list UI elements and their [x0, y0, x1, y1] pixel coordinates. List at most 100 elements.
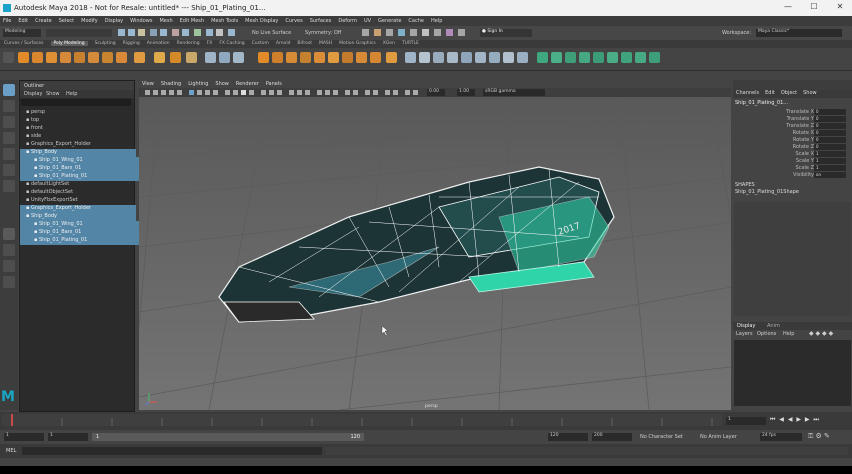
super-shape-icon[interactable] [134, 52, 145, 63]
channel-attribute-row[interactable]: Scale Y1 [736, 158, 848, 165]
close-button[interactable]: ✕ [828, 2, 852, 14]
shelf-tab-rigging[interactable]: Rigging [123, 41, 140, 46]
channel-box-object-name[interactable]: Ship_01_Plating_01... [735, 100, 788, 106]
channel-attribute-row[interactable]: Translate Y0 [736, 116, 848, 123]
channel-attribute-value[interactable]: 0 [814, 109, 846, 115]
bridge-icon[interactable] [286, 52, 297, 63]
channel-attribute-value[interactable]: on [814, 172, 846, 178]
poly-cylinder-icon[interactable] [46, 52, 57, 63]
edge-loop-icon[interactable] [447, 52, 458, 63]
outliner-search-input[interactable] [21, 99, 131, 106]
viewport-menu-shading[interactable]: Shading [161, 81, 181, 87]
target-weld-icon[interactable] [419, 52, 430, 63]
shelf-tab-arnold[interactable]: Arnold [276, 41, 291, 46]
poly-plane-icon[interactable] [88, 52, 99, 63]
channel-attribute-value[interactable]: 1 [814, 158, 846, 164]
shelf-tab-mash[interactable]: MASH [319, 41, 332, 46]
persp-outliner-icon[interactable] [3, 260, 15, 272]
menu-curves[interactable]: Curves [285, 18, 302, 24]
sign-in-button[interactable]: ● Sign In [480, 29, 532, 37]
exposure-field[interactable]: 0.00 [427, 89, 445, 96]
menu-display[interactable]: Display [105, 18, 123, 24]
extrude-icon[interactable] [272, 52, 283, 63]
unfold-uv-icon[interactable] [635, 52, 646, 63]
slide-edge-icon[interactable] [475, 52, 486, 63]
wedge-icon[interactable] [503, 52, 514, 63]
shelf-tab-motion-graphics[interactable]: Motion Graphics [339, 41, 376, 46]
shelf-settings-icon[interactable] [3, 52, 14, 63]
current-frame-field[interactable]: 1 [726, 417, 766, 425]
menu-uv[interactable]: UV [364, 18, 371, 24]
poly-cube-icon[interactable] [32, 52, 43, 63]
outliner-item[interactable]: ▪ Ship_01_Bars_01 [20, 229, 144, 237]
fill-hole-icon[interactable] [314, 52, 325, 63]
symmetry-dropdown[interactable]: Symmetry: Off [305, 30, 341, 36]
sew-uv-icon[interactable] [621, 52, 632, 63]
time-slider[interactable]: 1 ⏮ ◀ ◀ ▶ ▶ ⏭ [0, 412, 852, 430]
cylindrical-map-icon[interactable] [565, 52, 576, 63]
four-view-icon[interactable] [3, 244, 15, 256]
layer-tab-anim[interactable]: Anim [767, 323, 780, 329]
outliner-item[interactable]: ▪ Graphics_Export_Holder [20, 205, 136, 213]
channel-attribute-row[interactable]: Scale X1 [736, 151, 848, 158]
channel-attribute-row[interactable]: Rotate X0 [736, 130, 848, 137]
range-start-field[interactable]: 1 [4, 433, 44, 441]
outliner-item[interactable]: ▪ Graphics_Export_Holder [20, 141, 136, 149]
shelf-tab-poly-modeling[interactable]: Poly Modeling [50, 41, 88, 46]
shelf-tab-curves-surfaces[interactable]: Curves / Surfaces [4, 41, 44, 46]
sweep-mesh-icon[interactable] [154, 52, 165, 63]
merge-icon[interactable] [328, 52, 339, 63]
minimize-button[interactable]: — [776, 2, 800, 14]
smooth-icon[interactable] [233, 52, 244, 63]
shelf-tab-xgen[interactable]: XGen [383, 41, 395, 46]
channel-attribute-value[interactable]: 0 [814, 116, 846, 122]
combine-icon[interactable] [205, 52, 216, 63]
channel-menu-show[interactable]: Show [803, 90, 817, 96]
playback-controls[interactable]: ⏮ ◀ ◀ ▶ ▶ ⏭ [770, 416, 820, 424]
autokey-icons[interactable]: ⚿ ⚙ ✎ [808, 432, 830, 441]
menu-select[interactable]: Select [59, 18, 74, 24]
shelf-tab-fx-caching[interactable]: FX Caching [219, 41, 244, 46]
uv-editor-icon[interactable] [537, 52, 548, 63]
persp-graph-icon[interactable] [3, 276, 15, 288]
shelf-tab-fx[interactable]: FX [207, 41, 213, 46]
single-view-icon[interactable] [3, 228, 15, 240]
file-tools-group[interactable] [46, 29, 112, 37]
current-time-marker[interactable] [11, 414, 13, 426]
outliner-item[interactable]: ▪ Ship_Body [20, 213, 136, 221]
range-slider-bar[interactable]: 1 120 [92, 433, 364, 441]
channel-attribute-row[interactable]: Scale Z1 [736, 165, 848, 172]
menu-create[interactable]: Create [35, 18, 52, 24]
outliner-item[interactable]: ▪ top [20, 117, 136, 125]
viewport-menu-panels[interactable]: Panels [266, 81, 282, 87]
shelf-tab-sculpting[interactable]: Sculpting [95, 41, 116, 46]
crease-icon[interactable] [489, 52, 500, 63]
menu-generate[interactable]: Generate [378, 18, 401, 24]
menu-deform[interactable]: Deform [338, 18, 357, 24]
shelf-tab-bifrost[interactable]: Bifrost [297, 41, 312, 46]
layer-buttons-icons[interactable]: ◆ ◆ ◆ ◆ [809, 330, 833, 337]
outliner-item[interactable]: ▪ defaultObjectSet [20, 189, 136, 197]
outliner-item[interactable]: ▪ Ship_01_Wing_01 [20, 221, 144, 229]
collapse-icon[interactable] [370, 52, 381, 63]
boolean-icon[interactable] [258, 52, 269, 63]
poke-icon[interactable] [517, 52, 528, 63]
channel-attribute-value[interactable]: 0 [814, 144, 846, 150]
layer-tab-display[interactable]: Display [737, 323, 755, 329]
outliner-item[interactable]: ▪ persp [20, 109, 136, 117]
viewport-menu-show[interactable]: Show [215, 81, 229, 87]
last-tool-icon[interactable] [3, 180, 15, 192]
live-surface-field[interactable]: No Live Surface [252, 30, 291, 36]
paint-select-icon[interactable] [3, 116, 15, 128]
reduce-icon[interactable] [342, 52, 353, 63]
auto-map-icon[interactable] [593, 52, 604, 63]
channel-menu-channels[interactable]: Channels [736, 90, 759, 96]
outliner-item[interactable]: ▪ Ship_Body [20, 149, 136, 157]
channel-attribute-value[interactable]: 1 [814, 151, 846, 157]
viewport-menu-lighting[interactable]: Lighting [188, 81, 208, 87]
character-set-dropdown[interactable]: No Character Set [640, 434, 683, 440]
separate-icon[interactable] [219, 52, 230, 63]
shelf-tab-rendering[interactable]: Rendering [177, 41, 200, 46]
menu-file[interactable]: File [3, 18, 11, 24]
mirror-icon[interactable] [356, 52, 367, 63]
